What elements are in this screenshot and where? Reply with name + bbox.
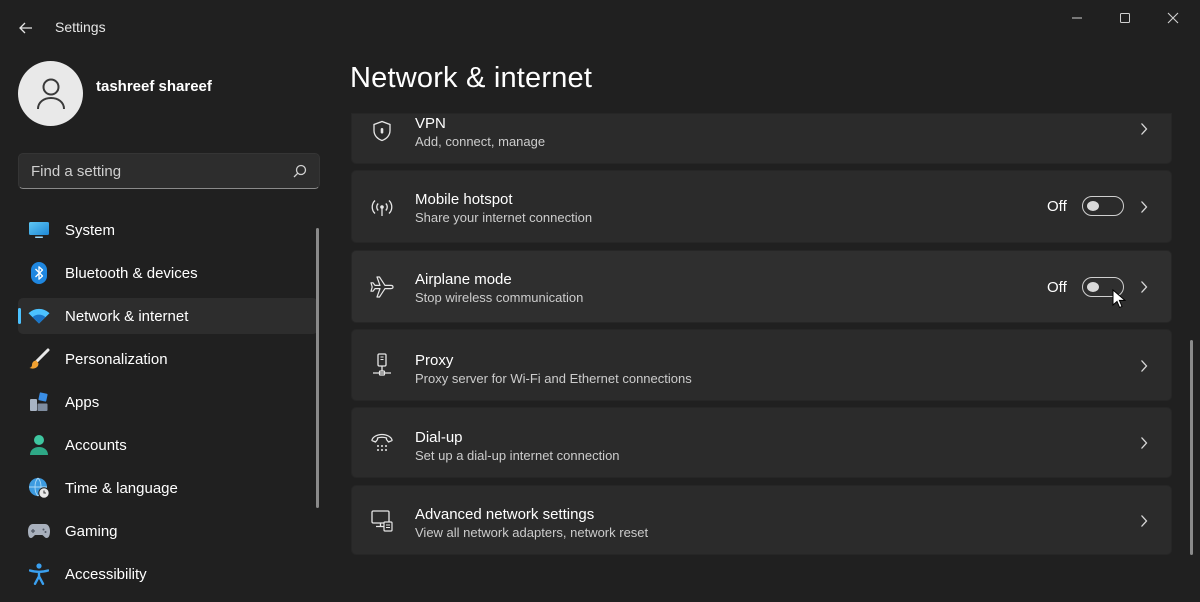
sidebar-item-network[interactable]: Network & internet [18, 298, 318, 334]
maximize-button[interactable] [1102, 4, 1148, 32]
card-advanced-network-settings[interactable]: Advanced network settings View all netwo… [351, 485, 1172, 555]
sidebar-item-accounts[interactable]: Accounts [18, 427, 318, 463]
bluetooth-icon [28, 262, 50, 284]
chevron-right-icon [1137, 359, 1151, 373]
card-airplane-mode[interactable]: Airplane mode Stop wireless communicatio… [351, 250, 1172, 323]
back-button[interactable] [12, 14, 40, 42]
title-bar: Settings [0, 0, 1200, 54]
card-title: Mobile hotspot [415, 191, 513, 208]
maximize-icon [1120, 13, 1130, 23]
sidebar-item-label: Personalization [65, 351, 168, 368]
sidebar-item-time-language[interactable]: Time & language [18, 470, 318, 506]
card-subtitle: Share your internet connection [415, 210, 593, 225]
chevron-right-icon [1137, 200, 1151, 214]
sidebar-item-accessibility[interactable]: Accessibility [18, 556, 318, 592]
card-subtitle: Stop wireless communication [415, 290, 584, 305]
sidebar-item-label: Apps [65, 394, 100, 411]
card-title: Dial-up [415, 429, 463, 446]
person-icon [36, 78, 65, 109]
user-name: tashreef shareef [96, 78, 212, 95]
chevron-right-icon [1137, 280, 1151, 294]
sidebar-item-personalization[interactable]: Personalization [18, 341, 318, 377]
card-vpn[interactable]: VPN Add, connect, manage [351, 113, 1172, 164]
settings-list: VPN Add, connect, manage Mobile hotspot … [351, 113, 1172, 555]
sidebar-item-bluetooth[interactable]: Bluetooth & devices [18, 255, 318, 291]
main-scrollbar[interactable] [1190, 340, 1193, 555]
sidebar-item-label: Bluetooth & devices [65, 265, 198, 282]
monitor-icon [28, 219, 50, 241]
account-icon [28, 434, 50, 456]
card-subtitle: View all network adapters, network reset [415, 525, 649, 540]
sidebar-item-label: System [65, 222, 116, 239]
sidebar-item-label: Time & language [65, 480, 178, 497]
card-subtitle: Proxy server for Wi-Fi and Ethernet conn… [415, 371, 692, 386]
apps-icon [28, 391, 50, 413]
card-title: Proxy [415, 352, 454, 369]
advanced-network-icon [370, 509, 394, 533]
close-icon [1167, 12, 1179, 24]
globe-clock-icon [28, 477, 50, 499]
sidebar-scrollbar[interactable] [316, 228, 319, 508]
chevron-right-icon [1137, 436, 1151, 450]
airplane-icon [370, 275, 394, 299]
card-title: Airplane mode [415, 271, 512, 288]
hotspot-icon [370, 195, 394, 219]
sidebar-item-label: Gaming [65, 523, 118, 540]
app-title: Settings [55, 19, 106, 35]
chevron-right-icon [1137, 514, 1151, 528]
card-proxy[interactable]: Proxy Proxy server for Wi-Fi and Etherne… [351, 329, 1172, 401]
accessibility-icon [28, 563, 50, 585]
back-arrow-icon [19, 22, 32, 34]
toggle-state-label: Off [1047, 198, 1067, 215]
sidebar-nav: System Bluetooth & devices Network & int… [18, 212, 318, 599]
mobile-hotspot-toggle[interactable] [1082, 196, 1124, 216]
card-dial-up[interactable]: Dial-up Set up a dial-up internet connec… [351, 407, 1172, 478]
close-button[interactable] [1150, 4, 1196, 32]
sidebar-item-label: Accounts [65, 437, 127, 454]
card-subtitle: Set up a dial-up internet connection [415, 448, 620, 463]
search-box[interactable] [18, 153, 320, 189]
sidebar-item-system[interactable]: System [18, 212, 318, 248]
minimize-icon [1072, 17, 1082, 19]
mouse-cursor-icon [1112, 289, 1126, 309]
card-title: VPN [415, 115, 446, 132]
card-title: Advanced network settings [415, 506, 595, 523]
sidebar-item-gaming[interactable]: Gaming [18, 513, 318, 549]
avatar[interactable] [18, 61, 83, 126]
sidebar-item-label: Network & internet [65, 308, 189, 325]
shield-icon [370, 119, 394, 143]
chevron-right-icon [1137, 122, 1151, 136]
sidebar-item-apps[interactable]: Apps [18, 384, 318, 420]
gamepad-icon [28, 520, 50, 542]
search-icon[interactable] [293, 164, 307, 178]
card-subtitle: Add, connect, manage [415, 134, 546, 149]
toggle-knob [1087, 282, 1099, 292]
page-title: Network & internet [350, 62, 593, 94]
wifi-icon [28, 305, 50, 327]
minimize-button[interactable] [1054, 4, 1100, 32]
search-input[interactable] [19, 154, 289, 188]
card-mobile-hotspot[interactable]: Mobile hotspot Share your internet conne… [351, 170, 1172, 243]
toggle-state-label: Off [1047, 279, 1067, 296]
sidebar-item-label: Accessibility [65, 566, 147, 583]
proxy-icon [370, 353, 394, 377]
brush-icon [28, 348, 50, 370]
dialup-icon [370, 431, 394, 455]
toggle-knob [1087, 201, 1099, 211]
